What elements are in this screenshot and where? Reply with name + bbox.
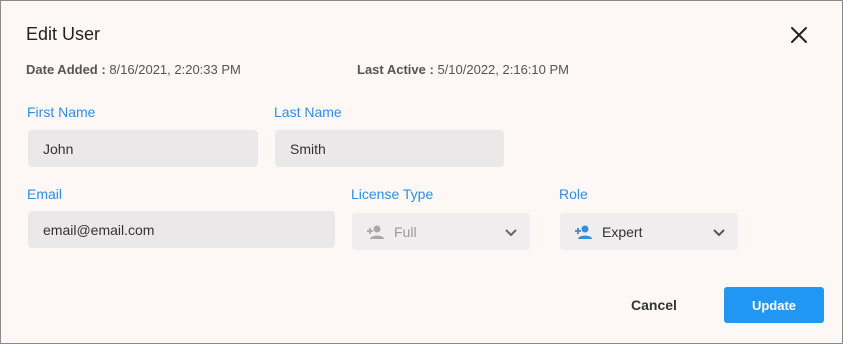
email-field[interactable]: email@email.com	[28, 211, 335, 248]
first-name-field[interactable]: John	[28, 130, 258, 167]
date-added: Date Added : 8/16/2021, 2:20:33 PM	[26, 62, 241, 77]
close-icon[interactable]	[787, 23, 811, 47]
first-name-value: John	[43, 140, 74, 157]
update-button[interactable]: Update	[724, 287, 824, 323]
role-select[interactable]: Expert	[560, 213, 738, 250]
license-type-select[interactable]: Full	[352, 213, 530, 250]
person-add-icon	[574, 224, 594, 240]
chevron-down-icon	[504, 225, 518, 239]
last-active-label: Last Active :	[357, 62, 434, 77]
role-label: Role	[559, 186, 588, 202]
person-add-icon	[366, 224, 386, 240]
first-name-label: First Name	[27, 104, 96, 120]
license-type-value: Full	[394, 223, 417, 240]
date-added-value: 8/16/2021, 2:20:33 PM	[109, 62, 241, 77]
edit-user-dialog: Edit User Date Added : 8/16/2021, 2:20:3…	[0, 0, 843, 344]
last-active: Last Active : 5/10/2022, 2:16:10 PM	[357, 62, 569, 77]
last-name-field[interactable]: Smith	[275, 130, 504, 167]
date-added-label: Date Added :	[26, 62, 106, 77]
email-value: email@email.com	[43, 221, 155, 238]
last-name-label: Last Name	[274, 104, 342, 120]
cancel-button[interactable]: Cancel	[613, 287, 695, 323]
last-name-value: Smith	[290, 140, 326, 157]
email-label: Email	[27, 186, 63, 202]
role-value: Expert	[602, 223, 643, 240]
dialog-title: Edit User	[26, 24, 101, 44]
last-active-value: 5/10/2022, 2:16:10 PM	[437, 62, 569, 77]
chevron-down-icon	[712, 225, 726, 239]
license-type-label: License Type	[351, 186, 434, 202]
